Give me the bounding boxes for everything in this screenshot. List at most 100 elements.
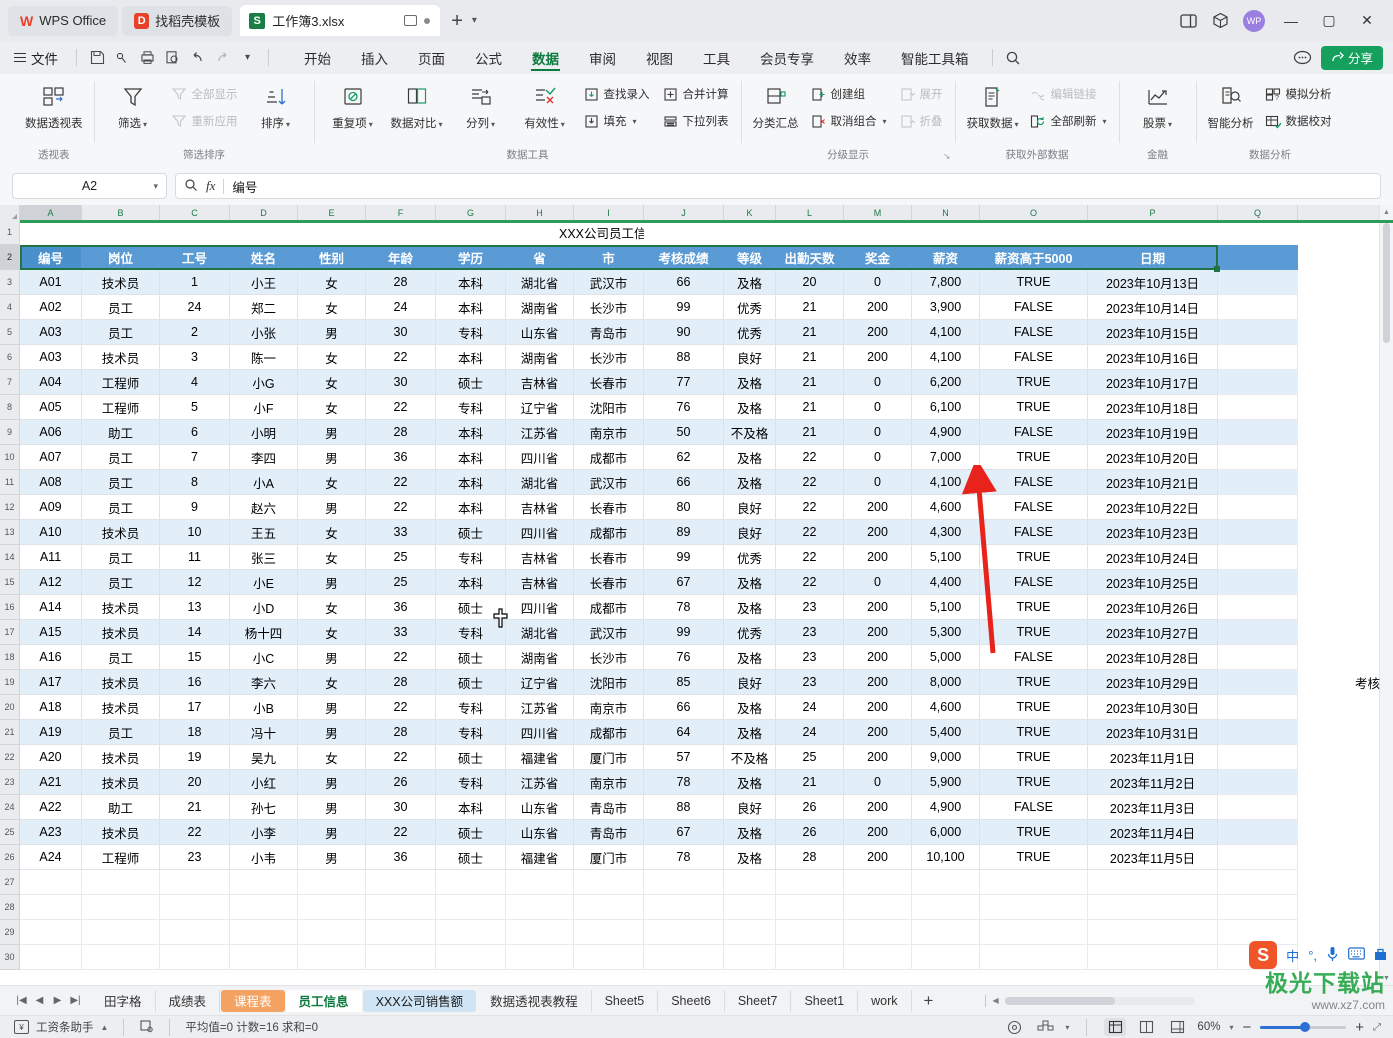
grid-cell[interactable]: 小韦 bbox=[230, 845, 298, 870]
horizontal-scroll-track[interactable] bbox=[1004, 996, 1195, 1005]
table-row[interactable]: 21 A19 员工 18 冯十男 28 专科 四川省 成都市 64 及格 24 200 5,400 TRUE… bbox=[0, 720, 1393, 745]
column-title-cell[interactable]: 日期 bbox=[1088, 245, 1218, 270]
grid-cell[interactable]: A07 bbox=[20, 445, 82, 470]
grid-cell[interactable]: 本科 bbox=[436, 570, 506, 595]
table-row[interactable]: 2 编号 岗位 工号 姓名 性别 年龄 学历省市考核成绩 等级 出勤天数 奖金 薪资 薪资高于5000 日… bbox=[0, 245, 1393, 270]
grid-cell[interactable]: 77 bbox=[644, 370, 724, 395]
column-title-cell[interactable]: 考核成绩 bbox=[644, 245, 724, 270]
grid-cell[interactable]: 23 bbox=[160, 845, 230, 870]
grid-cell[interactable]: 员工 bbox=[82, 720, 160, 745]
grid-cell[interactable]: 良好 bbox=[724, 670, 776, 695]
formula-zoom-icon[interactable] bbox=[184, 178, 198, 195]
sheet-tab-XXX公司销售额[interactable]: XXX公司销售额 bbox=[362, 989, 477, 1012]
grid-cell[interactable]: 及格 bbox=[724, 445, 776, 470]
grid-cell[interactable]: 沈阳市 bbox=[574, 395, 644, 420]
column-title-cell[interactable]: 市 bbox=[574, 245, 644, 270]
grid-cell[interactable] bbox=[1218, 645, 1298, 670]
grid-cell[interactable]: 2023年11月3日 bbox=[1088, 795, 1218, 820]
zoom-level-label[interactable]: 60% bbox=[1197, 1021, 1220, 1033]
pivot-table-button[interactable]: 数据透视表 bbox=[21, 77, 87, 131]
column-title-cell[interactable]: 岗位 bbox=[82, 245, 160, 270]
grid-cell[interactable] bbox=[776, 920, 844, 945]
grid-cell[interactable]: 男 bbox=[298, 845, 366, 870]
column-title-cell[interactable]: 薪资 bbox=[912, 245, 980, 270]
grid-cell[interactable]: FALSE bbox=[980, 470, 1088, 495]
grid-cell[interactable]: TRUE bbox=[980, 695, 1088, 720]
grid-cell[interactable]: 女 bbox=[298, 545, 366, 570]
tab-list-chevron-icon[interactable]: ▾ bbox=[472, 15, 477, 26]
grid-cell[interactable]: 福建省 bbox=[506, 745, 574, 770]
grid-cell[interactable]: 女 bbox=[298, 620, 366, 645]
grid-cell[interactable]: 4,100 bbox=[912, 345, 980, 370]
grid-cell[interactable]: 5,100 bbox=[912, 595, 980, 620]
grid-cell[interactable]: 22 bbox=[366, 495, 436, 520]
grid-cell[interactable] bbox=[160, 920, 230, 945]
grid-cell[interactable]: 5 bbox=[160, 395, 230, 420]
grid-cell[interactable]: A10 bbox=[20, 520, 82, 545]
grid-cell[interactable]: 2023年10月15日 bbox=[1088, 320, 1218, 345]
sheet-tab-田字格[interactable]: 田字格 bbox=[91, 989, 156, 1012]
grid-cell[interactable] bbox=[1218, 245, 1298, 270]
grid-cell[interactable]: 22 bbox=[366, 645, 436, 670]
grid-cell[interactable]: 小李 bbox=[230, 820, 298, 845]
row-header-3[interactable]: 3 bbox=[0, 270, 20, 295]
grid-cell[interactable] bbox=[1218, 895, 1298, 920]
grid-cell[interactable]: 山东省 bbox=[506, 320, 574, 345]
grid-cell[interactable] bbox=[1218, 370, 1298, 395]
grid-cell[interactable]: 员工 bbox=[82, 570, 160, 595]
last-sheet-icon[interactable]: ▶| bbox=[68, 992, 83, 1010]
tab-member[interactable]: 会员专享 bbox=[745, 42, 829, 73]
grid-cell[interactable] bbox=[298, 920, 366, 945]
grid-cell[interactable]: 19 bbox=[160, 745, 230, 770]
grid-cell[interactable]: 4,600 bbox=[912, 695, 980, 720]
row-header-26[interactable]: 26 bbox=[0, 845, 20, 870]
grid-cell[interactable]: 技术员 bbox=[82, 345, 160, 370]
grid-cell[interactable]: 男 bbox=[298, 645, 366, 670]
grid-cell[interactable]: 67 bbox=[644, 570, 724, 595]
grid-cell[interactable]: A14 bbox=[20, 595, 82, 620]
grid-cell[interactable] bbox=[1218, 545, 1298, 570]
grid-cell[interactable]: 员工 bbox=[82, 445, 160, 470]
grid-cell[interactable]: 21 bbox=[776, 370, 844, 395]
table-row[interactable]: 18 A16 员工 15 小C 男 22 硕士 湖南省 长沙市 76 及格 23 200 5,000 FALS… bbox=[0, 645, 1393, 670]
table-row[interactable]: 14 A11 员工 11 张三女 25 专科 吉林省 长春市 99 优秀 22 200 5,100 TRUE… bbox=[0, 545, 1393, 570]
undo-icon[interactable] bbox=[185, 45, 210, 70]
vertical-scroll-thumb[interactable] bbox=[1383, 223, 1390, 343]
grid-cell[interactable]: 长春市 bbox=[574, 495, 644, 520]
grid-cell[interactable]: 200 bbox=[844, 720, 912, 745]
grid-cell[interactable] bbox=[366, 895, 436, 920]
grid-cell[interactable]: 小F bbox=[230, 395, 298, 420]
grid-cell[interactable]: 及格 bbox=[724, 270, 776, 295]
print-icon[interactable] bbox=[135, 45, 160, 70]
column-title-cell[interactable]: 年龄 bbox=[366, 245, 436, 270]
row-header-29[interactable]: 29 bbox=[0, 920, 20, 945]
grid-cell[interactable]: 5,000 bbox=[912, 645, 980, 670]
grid-cell[interactable]: A23 bbox=[20, 820, 82, 845]
validation-button[interactable]: 有效性 ▾ bbox=[514, 77, 576, 131]
grid-cell[interactable] bbox=[1088, 920, 1218, 945]
grid-cell[interactable]: 厦门市 bbox=[574, 845, 644, 870]
grid-cell[interactable] bbox=[644, 945, 724, 970]
row-header-15[interactable]: 15 bbox=[0, 570, 20, 595]
grid-cell[interactable] bbox=[366, 220, 436, 245]
grid-cell[interactable]: A03 bbox=[20, 345, 82, 370]
grid-cell[interactable]: A16 bbox=[20, 645, 82, 670]
grid-cell[interactable]: 男 bbox=[298, 720, 366, 745]
grid-cell[interactable]: 小D bbox=[230, 595, 298, 620]
grid-cell[interactable] bbox=[366, 945, 436, 970]
grid-cell[interactable]: 2023年10月22日 bbox=[1088, 495, 1218, 520]
grid-cell[interactable]: 22 bbox=[366, 695, 436, 720]
table-row[interactable]: 3 A01 技术员 1 小王女 28 本科 湖北省 武汉市 66 及格 20 0 7,800 TRUE 202… bbox=[0, 270, 1393, 295]
filter-button[interactable]: 筛选 ▾ bbox=[102, 77, 164, 131]
grid-cell[interactable]: FALSE bbox=[980, 645, 1088, 670]
grid-cell[interactable]: 3 bbox=[160, 345, 230, 370]
grid-cell[interactable]: 21 bbox=[776, 345, 844, 370]
grid-cell[interactable]: 4 bbox=[160, 370, 230, 395]
grid-cell[interactable]: 及格 bbox=[724, 695, 776, 720]
subtotal-button[interactable]: 分类汇总 bbox=[749, 77, 803, 131]
vertical-scrollbar[interactable]: ▲ ▼ bbox=[1379, 205, 1393, 985]
grid-cell[interactable]: 良好 bbox=[724, 520, 776, 545]
grid-cell[interactable]: 6,100 bbox=[912, 395, 980, 420]
grid-cell[interactable]: 200 bbox=[844, 320, 912, 345]
grid-cell[interactable] bbox=[980, 895, 1088, 920]
